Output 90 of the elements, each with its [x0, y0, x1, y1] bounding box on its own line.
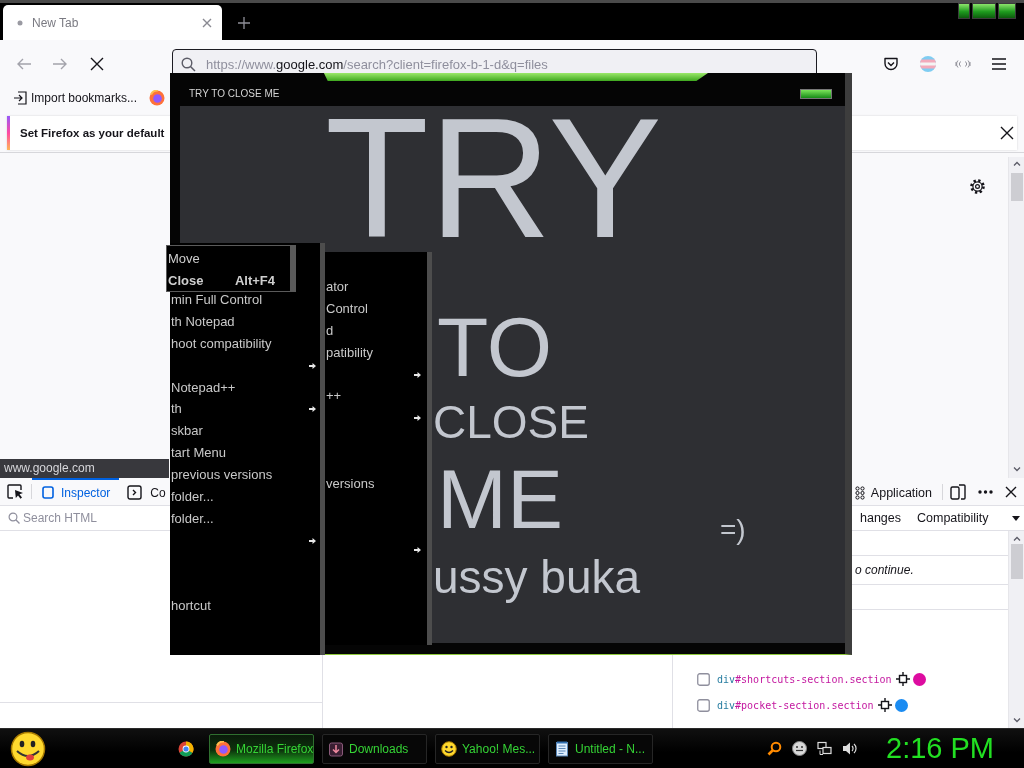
headline-text: TO	[437, 305, 553, 389]
devtools-tab[interactable]: Co	[119, 478, 168, 505]
taskbar-button[interactable]: Downloads	[322, 733, 427, 764]
import-icon	[13, 91, 27, 105]
menu-item[interactable]: previous versions	[171, 467, 316, 484]
emoticon-text: =)	[720, 516, 746, 544]
settings-icon[interactable]	[969, 178, 986, 195]
stop-icon[interactable]	[90, 57, 104, 71]
menu-item[interactable]: Close Alt+F4	[168, 272, 275, 288]
status-url: www.google.com	[0, 459, 169, 478]
dot-icon	[17, 19, 23, 26]
menu-item[interactable]: folder...	[171, 489, 316, 505]
element-picker-icon[interactable]	[7, 484, 24, 499]
pocket-icon[interactable]	[883, 56, 899, 72]
search-icon	[8, 512, 20, 524]
sidebar-tab[interactable]: Compatibility	[909, 506, 997, 530]
network-icon[interactable]	[817, 741, 832, 756]
taskbar-button[interactable]: Yahoo! Mes...	[435, 733, 540, 764]
clock-text: 2:16 PM	[886, 732, 994, 765]
console-icon	[127, 485, 143, 500]
maximize-button[interactable]	[972, 3, 996, 19]
close-icon[interactable]	[1005, 485, 1017, 498]
scrollbar-thumb[interactable]	[1010, 173, 1023, 201]
menu-item[interactable]: skbar	[171, 423, 316, 440]
window-button[interactable]	[800, 88, 832, 99]
caret-down-icon[interactable]	[1012, 515, 1020, 521]
smiley-icon[interactable]	[8, 730, 48, 767]
speaker-icon[interactable]	[842, 741, 857, 756]
menu-item[interactable]: ++	[326, 388, 421, 405]
chevron-down-icon[interactable]	[1012, 718, 1021, 723]
smiley-icon	[441, 740, 457, 757]
download-icon	[328, 740, 344, 757]
plus-icon[interactable]	[238, 17, 250, 29]
sidebar-tab[interactable]: hanges	[852, 506, 909, 530]
search-icon[interactable]	[767, 741, 782, 756]
browser-logo-icon	[215, 740, 231, 757]
more-icon[interactable]	[978, 489, 993, 494]
shortcut-text: Alt+F4	[234, 272, 275, 288]
headline-text: TRY	[325, 108, 662, 248]
menu-item[interactable]: hoot compatibility	[171, 335, 316, 352]
checkbox[interactable]	[697, 698, 710, 712]
menu-item[interactable]: versions	[326, 476, 421, 492]
menu-icon[interactable]	[991, 58, 1007, 70]
menu-item[interactable]: hortcut	[171, 598, 316, 615]
smiley-icon[interactable]	[792, 741, 807, 756]
checkbox[interactable]	[697, 672, 710, 686]
round-logo-icon[interactable]	[178, 740, 194, 757]
menu-item[interactable]: patibility	[326, 344, 421, 361]
headline-text: ME	[437, 457, 563, 541]
menu-item[interactable]: Move	[168, 250, 275, 266]
chevron-down-icon[interactable]	[1012, 467, 1021, 472]
inspector-icon	[42, 486, 54, 499]
color-dot-icon[interactable]	[912, 672, 926, 686]
window-title: TRY TO CLOSE ME	[189, 88, 280, 99]
browser-tab[interactable]: New Tab	[3, 5, 222, 40]
devices-icon[interactable]	[950, 483, 966, 500]
minimize-button[interactable]	[958, 3, 970, 19]
selector-text: div#shortcuts-section.section	[717, 673, 892, 685]
devtools-tab[interactable]: Inspector	[32, 478, 120, 505]
dot-grid-icon	[854, 485, 865, 500]
menu-item[interactable]: min Full Control	[171, 292, 316, 308]
menu-item[interactable]: folder...	[171, 510, 316, 527]
menu-item[interactable]: Control	[326, 300, 421, 317]
close-button[interactable]	[998, 3, 1016, 19]
chevron-up-icon[interactable]	[1012, 161, 1021, 166]
menu-item[interactable]: tart Menu	[171, 445, 316, 462]
browser-logo-icon[interactable]	[149, 90, 166, 106]
menu-item[interactable]: ator	[326, 279, 421, 295]
notice-text: o continue.	[855, 563, 914, 577]
devtools-tab[interactable]: Application	[851, 478, 938, 505]
chevron-up-icon[interactable]	[1012, 536, 1021, 541]
notification-text: Set Firefox as your default	[20, 127, 165, 139]
search-icon	[181, 56, 196, 72]
crosshair-icon[interactable]	[895, 672, 910, 686]
search-field[interactable]: Search HTML	[23, 511, 163, 525]
menu-item[interactable]: th Notepad	[171, 313, 316, 330]
headline-text: CLOSE	[433, 399, 589, 445]
scrollbar-thumb[interactable]	[1010, 544, 1023, 579]
selector-text: div#pocket-section.section	[717, 699, 874, 711]
bookmark-item[interactable]: Import bookmarks...	[13, 91, 138, 105]
notepad-icon	[554, 740, 570, 757]
taskbar-button[interactable]: Mozilla Firefox	[209, 733, 314, 764]
close-icon[interactable]	[1000, 126, 1014, 140]
sound-waves-icon[interactable]	[955, 59, 971, 69]
menu-item[interactable]: d	[326, 322, 421, 339]
crosshair-icon[interactable]	[877, 698, 892, 712]
taskbar-button[interactable]: Untitled - N...	[548, 733, 653, 764]
menu-item[interactable]: th	[171, 401, 316, 418]
color-dot-icon[interactable]	[894, 698, 908, 712]
menu-item[interactable]: Notepad++	[171, 379, 316, 396]
